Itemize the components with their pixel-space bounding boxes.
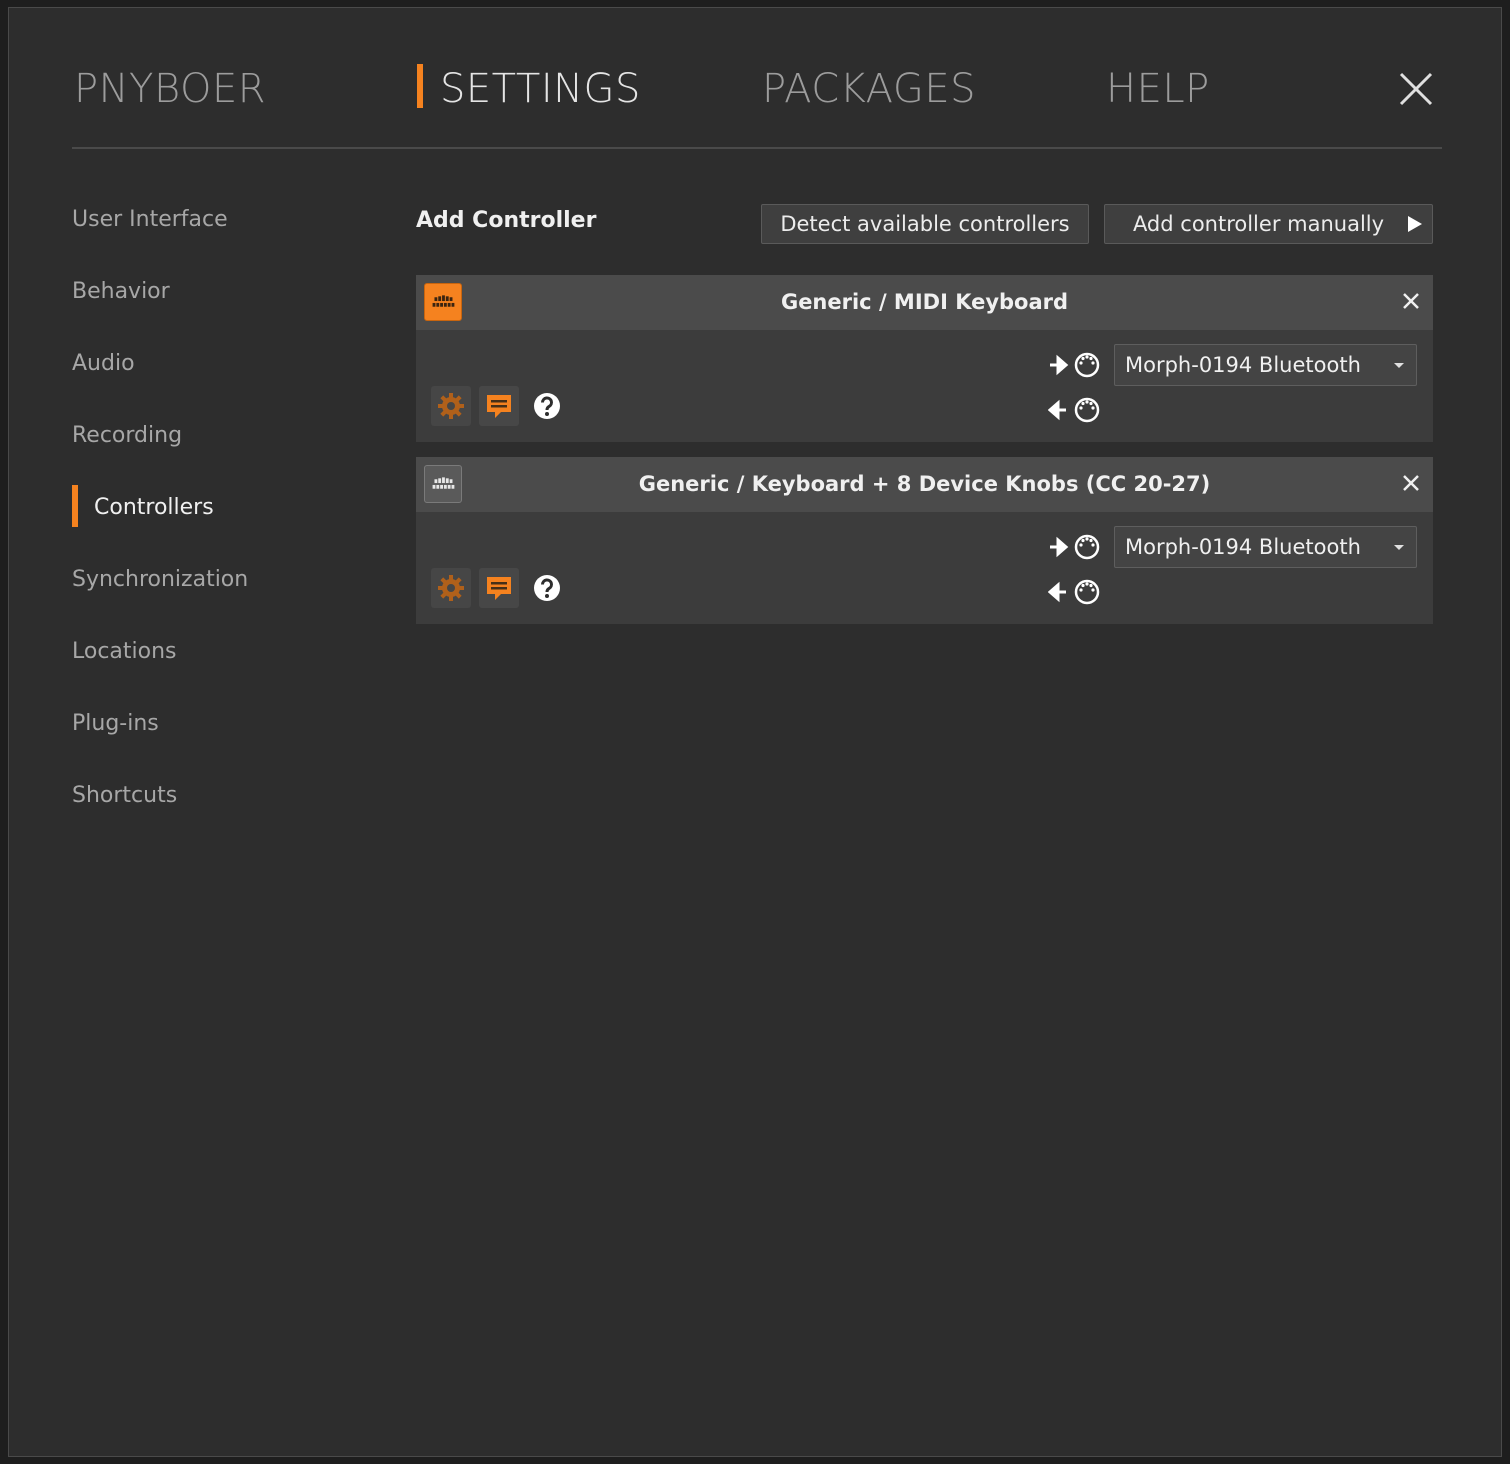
tab-settings[interactable]: SETTINGS (440, 64, 641, 114)
midi-input-value: Morph-0194 Bluetooth (1125, 535, 1361, 559)
sidebar-item-recording[interactable]: Recording (72, 416, 182, 456)
midi-input-value: Morph-0194 Bluetooth (1125, 353, 1361, 377)
chevron-down-icon (1394, 363, 1404, 368)
sidebar-item-plug-ins[interactable]: Plug-ins (72, 704, 159, 744)
sidebar-item-locations[interactable]: Locations (72, 632, 177, 672)
add-controller-manually-button[interactable]: Add controller manually (1104, 204, 1433, 244)
sidebar-item-user-interface[interactable]: User Interface (72, 200, 228, 240)
header-divider (72, 147, 1442, 149)
controller-help-button[interactable] (527, 386, 567, 426)
add-controller-manually-label: Add controller manually (1132, 212, 1385, 236)
sidebar-item-audio[interactable]: Audio (72, 344, 135, 384)
speech-bubble-icon (487, 395, 511, 418)
midi-output-icon (1048, 579, 1100, 605)
active-sidebar-marker (72, 485, 78, 527)
controller-title: Generic / Keyboard + 8 Device Knobs (CC … (638, 472, 1211, 496)
gear-icon (438, 393, 464, 419)
gear-icon (438, 575, 464, 601)
controller-card: Generic / MIDI Keyboard Morph-0194 Bluet… (416, 275, 1433, 442)
chevron-down-icon (1394, 545, 1404, 550)
midi-input-select[interactable]: Morph-0194 Bluetooth (1114, 526, 1417, 568)
controller-settings-button[interactable] (431, 386, 471, 426)
sidebar-item-behavior[interactable]: Behavior (72, 272, 170, 312)
controller-settings-button[interactable] (431, 568, 471, 608)
controller-card-header: Generic / MIDI Keyboard (416, 275, 1433, 330)
tab-pnyboer[interactable]: PNYBOER (74, 64, 266, 114)
speech-bubble-icon (487, 577, 511, 600)
controller-help-button[interactable] (527, 568, 567, 608)
midi-output-icon (1048, 397, 1100, 423)
help-icon (534, 575, 560, 601)
add-controller-title: Add Controller (416, 208, 597, 233)
help-icon (534, 393, 560, 419)
detect-controllers-button[interactable]: Detect available controllers (761, 204, 1089, 244)
sidebar: User Interface Behavior Audio Recording … (9, 153, 389, 853)
sidebar-item-shortcuts[interactable]: Shortcuts (72, 776, 177, 816)
controller-notifications-button[interactable] (479, 386, 519, 426)
midi-input-icon (1050, 534, 1100, 560)
remove-controller-icon[interactable] (1401, 291, 1421, 311)
active-tab-marker (417, 64, 423, 108)
controller-card-header: Generic / Keyboard + 8 Device Knobs (CC … (416, 457, 1433, 512)
tab-help[interactable]: HELP (1106, 64, 1210, 114)
detect-controllers-label: Detect available controllers (780, 212, 1070, 236)
midi-input-icon (1050, 352, 1100, 378)
settings-dialog: PNYBOER SETTINGS PACKAGES HELP User Inte… (8, 7, 1502, 1457)
header: PNYBOER SETTINGS PACKAGES HELP (9, 8, 1501, 153)
controller-notifications-button[interactable] (479, 568, 519, 608)
remove-controller-icon[interactable] (1401, 473, 1421, 493)
sidebar-item-controllers[interactable]: Controllers (94, 488, 214, 528)
close-icon[interactable] (1397, 70, 1435, 108)
controller-title: Generic / MIDI Keyboard (780, 290, 1069, 314)
sidebar-item-synchronization[interactable]: Synchronization (72, 560, 248, 600)
controller-card: Generic / Keyboard + 8 Device Knobs (CC … (416, 457, 1433, 624)
midi-input-select[interactable]: Morph-0194 Bluetooth (1114, 344, 1417, 386)
play-arrow-icon (1408, 216, 1422, 232)
tab-packages[interactable]: PACKAGES (762, 64, 976, 114)
